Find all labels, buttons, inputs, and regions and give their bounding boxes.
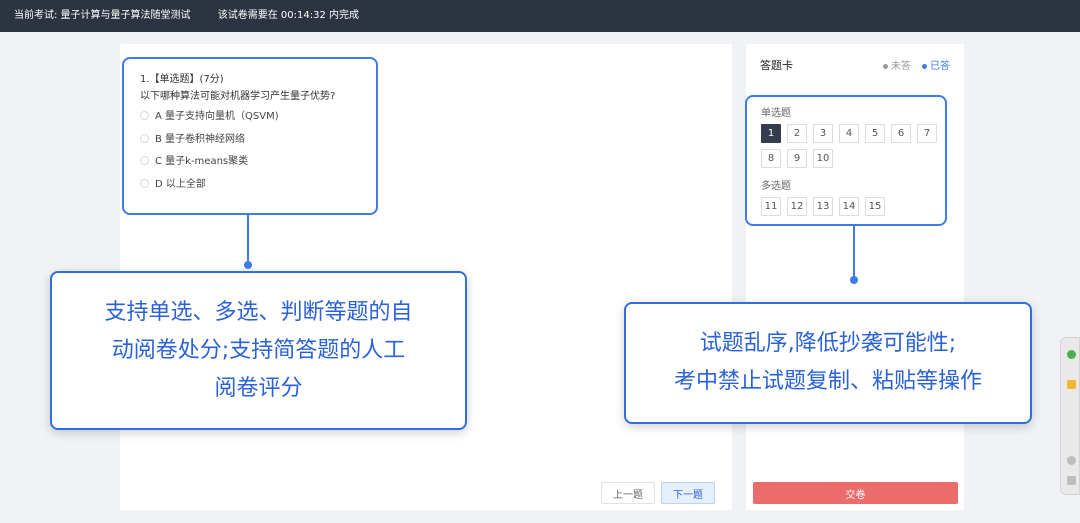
single-choice-label: 单选题 bbox=[761, 108, 791, 119]
question-number-button[interactable]: 7 bbox=[917, 124, 937, 143]
answer-legend: 未答 已答 bbox=[882, 57, 950, 72]
radio-icon[interactable] bbox=[140, 155, 149, 165]
question-number-button[interactable]: 5 bbox=[865, 124, 885, 143]
left-connector-line bbox=[247, 215, 249, 264]
legend-unanswered: 未答 bbox=[890, 61, 911, 72]
legend-answered: 已答 bbox=[930, 61, 950, 72]
multi-choice-label: 多选题 bbox=[761, 181, 791, 192]
option-label: C 量子k-means聚类 bbox=[155, 156, 249, 167]
prev-question-button[interactable]: 上一题 bbox=[601, 482, 655, 504]
callout-right-line-2: 考中禁止试题复制、粘贴等操作 bbox=[673, 369, 982, 394]
question-title: 1.【单选题】(7分) bbox=[140, 74, 224, 85]
callout-auto-grading: 支持单选、多选、判断等题的自 动阅卷处分;支持简答题的人工 阅卷评分 bbox=[50, 271, 467, 430]
battery-icon bbox=[1067, 380, 1076, 389]
option-d[interactable]: D 以上全部 bbox=[140, 178, 206, 192]
radio-icon[interactable] bbox=[140, 133, 149, 143]
radio-icon[interactable] bbox=[140, 110, 149, 120]
option-a[interactable]: A 量子支持向量机（QSVM) bbox=[140, 110, 279, 124]
answer-card-header: 答题卡 未答 已答 bbox=[760, 57, 950, 73]
answer-card-title: 答题卡 bbox=[760, 59, 793, 72]
option-b[interactable]: B 量子卷积神经网络 bbox=[140, 133, 245, 147]
option-c[interactable]: C 量子k-means聚类 bbox=[140, 155, 248, 169]
callout-right-line-1: 试题乱序,降低抄袭可能性; bbox=[699, 331, 957, 356]
question-number-button[interactable]: 6 bbox=[891, 124, 911, 143]
question-number-button[interactable]: 14 bbox=[839, 197, 859, 216]
settings-icon[interactable] bbox=[1067, 456, 1076, 465]
question-number-button[interactable]: 11 bbox=[761, 197, 781, 216]
right-connector-dot bbox=[850, 276, 858, 284]
question-number-button[interactable]: 8 bbox=[761, 149, 781, 168]
callout-left-line-1: 支持单选、多选、判断等题的自 bbox=[104, 299, 413, 325]
question-text: 以下哪种算法可能对机器学习产生量子优势? bbox=[140, 91, 336, 102]
side-toolbar[interactable] bbox=[1060, 337, 1080, 495]
callout-left-line-3: 阅卷评分 bbox=[214, 375, 303, 401]
question-number-button[interactable]: 2 bbox=[787, 124, 807, 143]
callout-anti-cheat: 试题乱序,降低抄袭可能性; 考中禁止试题复制、粘贴等操作 bbox=[624, 302, 1032, 424]
question-number-button[interactable]: 12 bbox=[787, 197, 807, 216]
radio-icon[interactable] bbox=[140, 178, 149, 188]
question-highlight-box: 1.【单选题】(7分) 以下哪种算法可能对机器学习产生量子优势? A 量子支持向… bbox=[122, 57, 378, 215]
option-label: D 以上全部 bbox=[155, 179, 206, 190]
answered-dot-icon bbox=[922, 63, 927, 69]
exam-title: 当前考试: 量子计算与量子算法随堂测试 bbox=[14, 10, 191, 21]
unanswered-dot-icon bbox=[882, 63, 888, 69]
single-choice-grid: 1 2 3 4 5 6 7 8 9 10 bbox=[761, 124, 941, 168]
question-number-button[interactable]: 9 bbox=[787, 149, 807, 168]
option-label: A 量子支持向量机（QSVM) bbox=[155, 111, 279, 122]
next-question-button[interactable]: 下一题 bbox=[661, 482, 715, 504]
question-number-button[interactable]: 10 bbox=[813, 149, 833, 168]
submit-exam-button[interactable]: 交卷 bbox=[753, 482, 958, 504]
image-icon[interactable] bbox=[1067, 476, 1076, 485]
question-number-button[interactable]: 15 bbox=[865, 197, 885, 216]
option-label: B 量子卷积神经网络 bbox=[155, 134, 246, 145]
left-connector-dot bbox=[244, 261, 252, 269]
exam-timer: 该试卷需要在 00:14:32 内完成 bbox=[217, 10, 360, 21]
shield-icon[interactable] bbox=[1067, 350, 1076, 359]
question-number-button[interactable]: 1 bbox=[761, 124, 781, 143]
question-number-button[interactable]: 13 bbox=[813, 197, 833, 216]
top-bar: 当前考试: 量子计算与量子算法随堂测试 该试卷需要在 00:14:32 内完成 bbox=[0, 0, 1080, 32]
answer-grid-highlight-box: 单选题 1 2 3 4 5 6 7 8 9 10 多选题 11 12 13 14… bbox=[745, 95, 947, 226]
question-number-button[interactable]: 4 bbox=[839, 124, 859, 143]
multi-choice-grid: 11 12 13 14 15 bbox=[761, 197, 941, 216]
callout-left-line-2: 动阅卷处分;支持简答题的人工 bbox=[111, 337, 406, 363]
question-number-button[interactable]: 3 bbox=[813, 124, 833, 143]
right-connector-line bbox=[853, 226, 855, 278]
